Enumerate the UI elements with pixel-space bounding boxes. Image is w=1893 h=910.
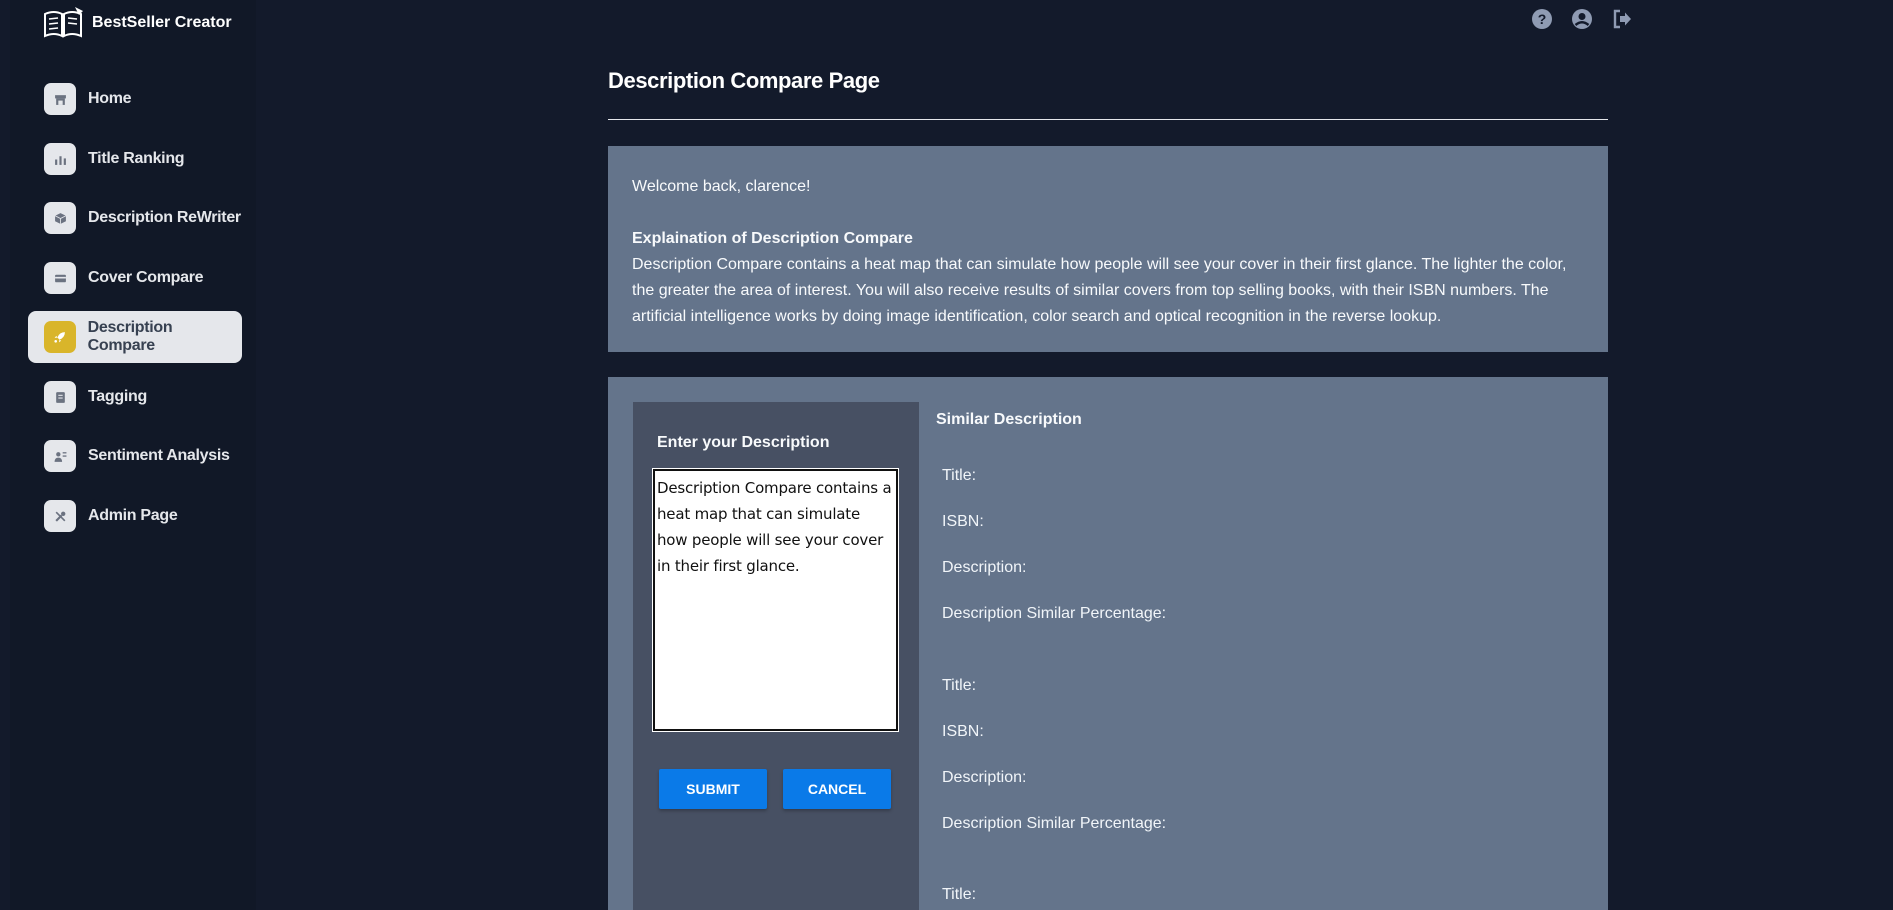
chart-bar-icon xyxy=(44,143,76,175)
app-name: BestSeller Creator xyxy=(92,14,232,31)
result-description-label: Description: xyxy=(942,559,1027,576)
cube-icon xyxy=(44,202,76,234)
result-similarity-label: Description Similar Percentage: xyxy=(942,605,1167,622)
result-isbn-label: ISBN: xyxy=(942,513,984,530)
logout-icon[interactable] xyxy=(1611,8,1633,30)
sidebar-item-label: Description Compare xyxy=(87,319,173,354)
sidebar-item-description-rewriter[interactable]: Description ReWriter xyxy=(28,192,242,244)
credit-card-icon xyxy=(44,262,76,294)
sidebar-item-label: Tagging xyxy=(88,388,147,405)
result-title-label: Title: xyxy=(942,467,977,484)
sidebar-item-admin-page[interactable]: Admin Page xyxy=(28,490,242,542)
help-icon[interactable]: ? xyxy=(1531,8,1553,30)
sidebar-item-label: Title Ranking xyxy=(88,150,185,167)
user-settings-icon xyxy=(44,440,76,472)
explanation-heading: Explaination of Description Compare xyxy=(632,230,913,247)
svg-text:?: ? xyxy=(1538,11,1547,27)
store-icon xyxy=(44,83,76,115)
sidebar-item-title-ranking[interactable]: Title Ranking xyxy=(28,133,242,185)
result-title-label: Title: xyxy=(942,886,977,903)
sidebar-item-label: Home xyxy=(88,90,132,107)
input-card-title: Enter your Description xyxy=(657,434,830,451)
compare-panel: Enter your Description Description Compa… xyxy=(608,377,1608,910)
welcome-greeting: Welcome back, clarence! xyxy=(632,178,811,195)
explanation-text: Description Compare contains a heat map … xyxy=(632,256,1567,325)
title-divider xyxy=(608,119,1608,120)
sidebar-item-description-compare[interactable]: Description Compare xyxy=(28,311,242,363)
result-isbn-label: ISBN: xyxy=(942,723,984,740)
brand[interactable]: BestSeller Creator xyxy=(42,6,232,40)
result-description-label: Description: xyxy=(942,769,1027,786)
rocket-icon xyxy=(44,321,76,353)
sidebar-item-label: Sentiment Analysis xyxy=(88,447,230,464)
submit-button[interactable]: SUBMIT xyxy=(659,769,767,809)
document-icon xyxy=(44,381,76,413)
result-title-label: Title: xyxy=(942,677,977,694)
description-input-card: Enter your Description Description Compa… xyxy=(633,402,919,910)
sidebar-item-label: Cover Compare xyxy=(88,269,204,286)
page-title: Description Compare Page xyxy=(608,68,880,93)
book-logo-icon xyxy=(44,7,83,38)
description-textarea[interactable]: Description Compare contains a heat map … xyxy=(653,469,898,731)
sidebar-item-label: Admin Page xyxy=(88,507,178,524)
similar-description-title: Similar Description xyxy=(936,411,1082,428)
sidebar-item-cover-compare[interactable]: Cover Compare xyxy=(28,252,242,304)
account-icon[interactable] xyxy=(1571,8,1593,30)
sidebar-item-tagging[interactable]: Tagging xyxy=(28,371,242,423)
result-similarity-label: Description Similar Percentage: xyxy=(942,815,1167,832)
sidebar-item-sentiment-analysis[interactable]: Sentiment Analysis xyxy=(28,430,242,482)
sidebar: BestSeller Creator Home Title Ranking De… xyxy=(10,0,256,910)
welcome-panel: Welcome back, clarence! Explaination of … xyxy=(608,146,1608,352)
sidebar-item-home[interactable]: Home xyxy=(28,73,242,125)
cancel-button[interactable]: CANCEL xyxy=(783,769,891,809)
tools-icon xyxy=(44,500,76,532)
sidebar-item-label: Description ReWriter xyxy=(88,209,241,226)
